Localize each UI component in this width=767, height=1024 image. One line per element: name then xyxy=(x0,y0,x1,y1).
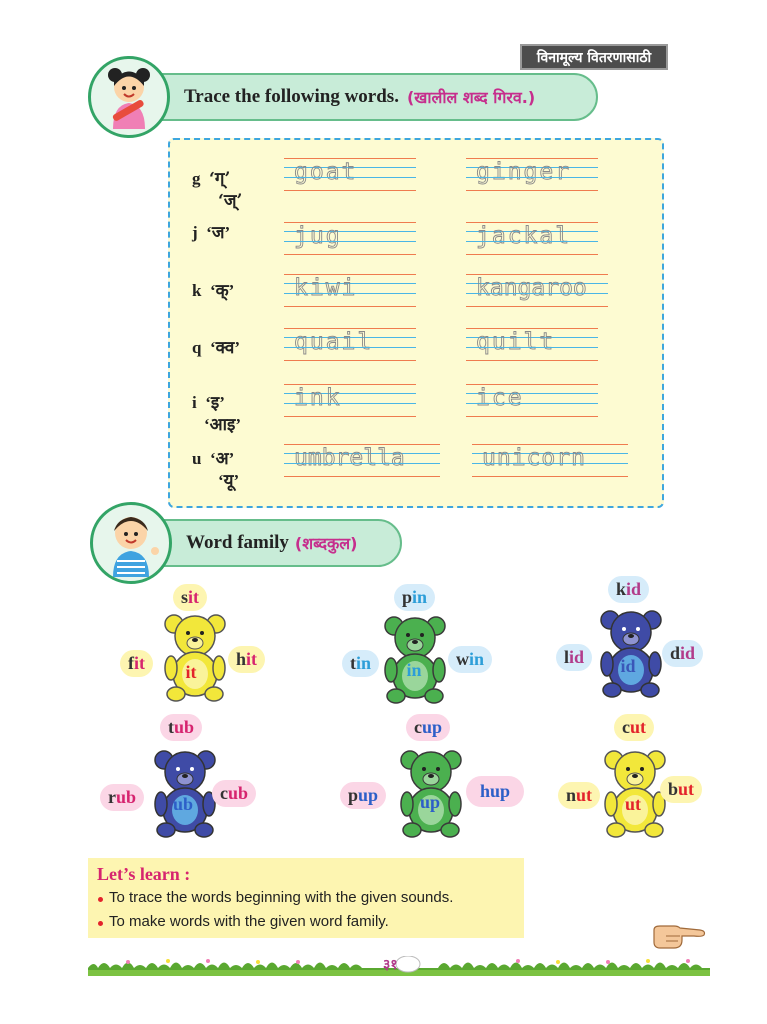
bear-id xyxy=(600,610,662,698)
bear-in xyxy=(384,616,446,704)
word-rub: rub xyxy=(100,784,145,811)
title-english: Trace the following words. xyxy=(184,86,399,107)
girl-writing-avatar xyxy=(88,56,170,138)
lets-learn-list: To trace the words beginning with the gi… xyxy=(97,886,515,934)
family-label-id: id xyxy=(620,656,636,676)
section-title-word-family: Word family (शब्दकुल) xyxy=(140,519,402,567)
word-did: did xyxy=(662,640,704,667)
sound-label-j: j ‘ज’ xyxy=(192,223,231,242)
family-label-ub: ub xyxy=(172,794,194,814)
list-item: To make words with the given word family… xyxy=(97,910,515,934)
girl-with-pencil-icon xyxy=(108,68,150,129)
word-tin: tin xyxy=(342,650,380,677)
word-pup: pup xyxy=(340,782,387,809)
list-item: To trace the words beginning with the gi… xyxy=(97,886,515,910)
trace-line-unicorn[interactable]: unicorn xyxy=(472,444,628,477)
word-lid: lid xyxy=(556,644,593,671)
sound-label-q: q ‘क्व’ xyxy=(192,338,241,357)
trace-line-quail[interactable]: quail xyxy=(284,328,416,361)
title-marathi: (शब्दकुल) xyxy=(294,534,358,553)
trace-line-kiwi[interactable]: kiwi xyxy=(284,274,416,307)
lets-learn-title: Let’s learn : xyxy=(97,864,191,884)
word-win: win xyxy=(448,646,493,673)
free-distribution-stamp: विनामूल्य वितरणासाठी xyxy=(520,44,668,70)
sound-label-u: u ‘अ’ ‘यू’ xyxy=(192,449,240,490)
trace-line-jug[interactable]: jug xyxy=(284,222,416,255)
title-marathi: (खालील शब्द गिरव.) xyxy=(406,88,536,107)
word-hup: hup xyxy=(466,776,525,807)
trace-line-umbrella[interactable]: umbrella xyxy=(284,444,440,477)
word-kid: kid xyxy=(608,576,650,603)
word-hit: hit xyxy=(228,646,266,673)
lets-learn-box: Let’s learn : To trace the words beginni… xyxy=(88,858,524,938)
trace-line-jackal[interactable]: jackal xyxy=(466,222,598,255)
word-but: but xyxy=(660,776,703,803)
trace-line-goat[interactable]: goat xyxy=(284,158,416,191)
grass-border-footer xyxy=(88,956,710,976)
word-pin: pin xyxy=(394,584,436,611)
trace-line-kangaroo[interactable]: kangaroo xyxy=(466,274,608,307)
word-fit: fit xyxy=(120,650,153,677)
boy-icon xyxy=(113,517,159,577)
section-title-trace: Trace the following words. (खालील शब्द ग… xyxy=(138,73,598,121)
word-tub: tub xyxy=(160,714,203,741)
trace-line-ginger[interactable]: ginger xyxy=(466,158,598,191)
title-english: Word family xyxy=(186,532,289,553)
sound-label-i: i ‘इ’ ‘आइ’ xyxy=(192,393,242,434)
sound-label-g: g ‘ग्’ ‘ज्’ xyxy=(192,169,243,211)
word-cup: cup xyxy=(406,714,451,741)
tracing-worksheet: g ‘ग्’ ‘ज्’ goat ginger j ‘ज’ jug jackal… xyxy=(168,138,664,508)
page-number: ३१ xyxy=(383,957,398,973)
family-label-it: it xyxy=(185,662,197,682)
word-nut: nut xyxy=(558,782,601,809)
pointing-hand-icon xyxy=(653,925,706,949)
bear-it xyxy=(164,614,226,702)
bear-ub xyxy=(154,750,216,838)
family-label-ut: ut xyxy=(624,794,642,814)
family-label-in: in xyxy=(406,660,422,680)
word-sit: sit xyxy=(173,584,208,611)
trace-line-ice[interactable]: ice xyxy=(466,384,598,417)
boy-avatar xyxy=(90,502,172,584)
trace-line-quilt[interactable]: quilt xyxy=(466,328,598,361)
sound-label-k: k ‘क्’ xyxy=(192,281,235,300)
word-cut: cut xyxy=(614,714,655,741)
trace-line-ink[interactable]: ink xyxy=(284,384,416,417)
family-label-up: up xyxy=(419,792,441,812)
word-cub: cub xyxy=(212,780,257,807)
